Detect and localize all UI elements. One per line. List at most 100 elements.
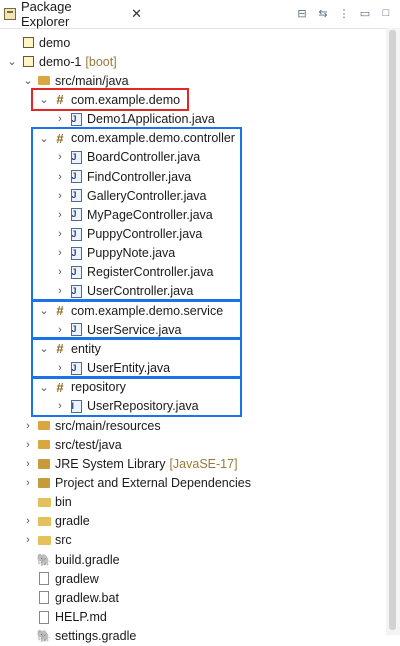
tree-item[interactable]: › Project and External Dependencies xyxy=(22,473,251,492)
tree-item[interactable]: › J PuppyNote.java xyxy=(54,244,175,263)
tree-item[interactable]: gradlew.bat xyxy=(22,588,119,607)
tree-item-label: src/main/resources xyxy=(55,418,161,433)
collapse-toggle-icon[interactable]: › xyxy=(22,477,34,489)
java-file-icon: J xyxy=(69,246,83,260)
tree-item-label: gradlew.bat xyxy=(55,590,119,605)
tree-item[interactable]: ⌄ # com.example.demo xyxy=(38,90,180,109)
collapse-toggle-icon[interactable]: › xyxy=(54,151,66,163)
tree-item[interactable]: › J MyPageController.java xyxy=(54,205,213,224)
library-icon xyxy=(37,457,51,471)
tree-item[interactable]: ⌄ # com.example.demo.controller xyxy=(38,129,235,148)
tree-item-label: bin xyxy=(55,495,72,510)
tree-item-label: FindController.java xyxy=(87,169,192,184)
tree-item-label: PuppyController.java xyxy=(87,227,203,241)
tree-item[interactable]: › gradle xyxy=(22,512,90,531)
tree-item[interactable]: ⌄ src/main/java xyxy=(22,71,128,90)
package-icon: # xyxy=(56,379,64,395)
collapse-toggle-icon[interactable]: › xyxy=(22,515,34,527)
collapse-toggle-icon[interactable]: › xyxy=(54,285,66,297)
tree-item-decoration: [boot] xyxy=(85,54,117,69)
collapse-toggle-icon[interactable]: › xyxy=(54,190,66,202)
tree-item[interactable]: › src/main/resources xyxy=(22,416,161,435)
close-icon[interactable]: ✕ xyxy=(131,6,142,22)
tree-item[interactable]: 🐘 build.gradle xyxy=(22,550,120,569)
link-editor-icon[interactable]: ⇆ xyxy=(315,5,331,21)
file-icon xyxy=(37,572,51,586)
folder-icon xyxy=(37,533,51,547)
tree-item-label: demo xyxy=(39,35,71,50)
package-explorer-tab[interactable]: Package Explorer ✕ xyxy=(0,0,142,29)
tree-item[interactable]: › J PuppyController.java xyxy=(54,225,202,244)
collapse-toggle-icon[interactable]: › xyxy=(54,113,66,125)
collapse-toggle-icon[interactable]: › xyxy=(22,420,34,432)
scrollbar-thumb[interactable] xyxy=(389,30,396,630)
collapse-toggle-icon[interactable]: › xyxy=(54,171,66,183)
tree-item-label: UserController.java xyxy=(87,284,194,299)
collapse-toggle-icon[interactable]: › xyxy=(54,362,66,374)
collapse-toggle-icon[interactable]: › xyxy=(54,247,66,259)
tree-item[interactable]: › src xyxy=(22,531,72,550)
tree-item[interactable]: › J FindController.java xyxy=(54,167,191,186)
tree-item[interactable]: gradlew xyxy=(22,569,99,588)
tree-item-label: JRE System Library xyxy=(55,456,166,471)
tree-item-label: UserEntity.java xyxy=(87,361,171,376)
tree-item-label: com.example.demo xyxy=(71,92,181,107)
tree-item[interactable]: › J Demo1Application.java xyxy=(54,110,215,129)
tree-item[interactable]: › src/test/java xyxy=(22,435,122,454)
tree-item[interactable]: › J UserService.java xyxy=(54,320,181,339)
collapse-toggle-icon[interactable]: › xyxy=(22,534,34,546)
tree-item[interactable]: bin xyxy=(22,493,72,512)
project-icon xyxy=(21,36,35,50)
expand-toggle-icon[interactable]: ⌄ xyxy=(38,93,50,106)
tree-item[interactable]: ⌄ # entity xyxy=(38,339,101,358)
view-title-bar: Package Explorer ✕ ⊟ ⇆ ⋮ ▭ □ xyxy=(0,0,400,29)
tree-item-decoration: [JavaSE-17] xyxy=(169,456,238,471)
view-menu-icon[interactable]: ⋮ xyxy=(336,5,352,21)
collapse-toggle-icon[interactable]: › xyxy=(54,209,66,221)
collapse-toggle-icon[interactable]: › xyxy=(54,228,66,240)
collapse-toggle-icon[interactable]: › xyxy=(22,439,34,451)
tree-item-label: demo-1 xyxy=(39,54,82,69)
tree-item[interactable]: ⌄ demo-1 [boot] xyxy=(6,52,117,71)
collapse-toggle-icon[interactable]: › xyxy=(54,266,66,278)
collapse-toggle-icon[interactable]: › xyxy=(22,458,34,470)
source-folder-icon xyxy=(37,438,51,452)
tree-item[interactable]: › J UserController.java xyxy=(54,282,193,301)
java-file-icon: J xyxy=(69,227,83,241)
minimize-icon[interactable]: ▭ xyxy=(357,5,373,21)
expand-toggle-icon[interactable]: ⌄ xyxy=(22,74,34,87)
tree-item-label: entity xyxy=(71,341,101,356)
tree-item[interactable]: › J GalleryController.java xyxy=(54,186,206,205)
vertical-scrollbar[interactable] xyxy=(386,28,400,635)
tree-item[interactable]: › J RegisterController.java xyxy=(54,263,213,282)
expand-toggle-icon[interactable]: ⌄ xyxy=(38,342,50,355)
collapse-toggle-icon[interactable]: › xyxy=(54,324,66,336)
package-icon: # xyxy=(56,92,64,108)
tree-item-label: UserService.java xyxy=(87,322,182,337)
tree-item[interactable]: ⌄ # com.example.demo.service xyxy=(38,301,223,320)
tree-item-label: RegisterController.java xyxy=(87,265,214,280)
tree-item[interactable]: › J BoardController.java xyxy=(54,148,200,167)
tree-item[interactable]: HELP.md xyxy=(22,608,107,627)
java-file-icon: J xyxy=(69,284,83,298)
tree-item-label: com.example.demo.service xyxy=(71,303,224,318)
tree-item-label: src/test/java xyxy=(55,437,122,452)
expand-toggle-icon[interactable]: ⌄ xyxy=(38,381,50,394)
tree-item[interactable]: › I UserRepository.java xyxy=(54,397,198,416)
tree-item-label: MyPageController.java xyxy=(87,207,213,222)
tree-item[interactable]: › JRE System Library [JavaSE-17] xyxy=(22,454,238,473)
tree-item[interactable]: demo xyxy=(6,33,70,52)
tree-item[interactable]: 🐘 settings.gradle xyxy=(22,627,137,646)
tree-item-label: build.gradle xyxy=(55,552,120,567)
maximize-icon[interactable]: □ xyxy=(378,5,394,21)
collapse-all-icon[interactable]: ⊟ xyxy=(294,5,310,21)
tree-item[interactable]: › J UserEntity.java xyxy=(54,359,170,378)
source-folder-icon xyxy=(37,419,51,433)
collapse-toggle-icon[interactable]: › xyxy=(54,400,66,412)
tree-item-label: gradlew xyxy=(55,571,99,586)
tree-item[interactable]: ⌄ # repository xyxy=(38,378,126,397)
expand-toggle-icon[interactable]: ⌄ xyxy=(38,132,50,145)
expand-toggle-icon[interactable]: ⌄ xyxy=(38,304,50,317)
expand-toggle-icon[interactable]: ⌄ xyxy=(6,55,18,68)
project-icon xyxy=(21,55,35,69)
